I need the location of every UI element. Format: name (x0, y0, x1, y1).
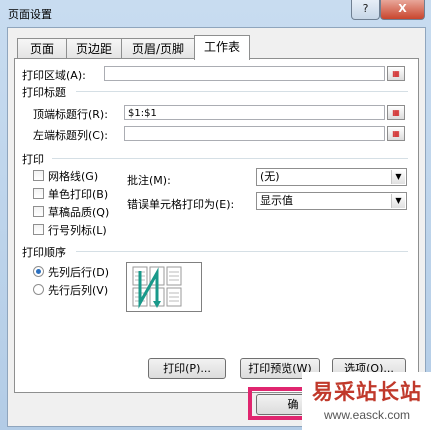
print-area-label: 打印区域(A): (22, 69, 86, 82)
range-select-icon: ▦ (392, 129, 400, 138)
gridlines-checkbox[interactable] (33, 170, 44, 181)
top-rows-label: 顶端标题行(R): (33, 108, 108, 121)
draft-quality-label: 草稿品质(Q) (48, 206, 110, 219)
page-order-diagram-icon (132, 266, 182, 309)
top-rows-collapse-button[interactable]: ▦ (387, 105, 405, 120)
gridlines-label: 网格线(G) (48, 170, 99, 183)
print-area-collapse-button[interactable]: ▦ (387, 66, 405, 81)
row-col-headings-checkbox[interactable] (33, 224, 44, 235)
help-button[interactable]: ? (351, 0, 380, 20)
page-order-divider (76, 251, 408, 252)
tab-margins[interactable]: 页边距 (66, 38, 122, 59)
comments-value: (无) (260, 170, 280, 183)
print-button[interactable]: 打印(P)... (148, 358, 226, 379)
print-titles-heading: 打印标题 (22, 86, 66, 99)
title-bar: 页面设置 ? X (0, 0, 431, 26)
print-heading: 打印 (22, 153, 44, 166)
print-area-input[interactable] (104, 66, 385, 81)
chevron-down-icon: ▼ (391, 170, 405, 184)
errors-label: 错误单元格打印为(E): (127, 198, 235, 211)
down-then-over-radio[interactable] (33, 266, 44, 277)
left-cols-collapse-button[interactable]: ▦ (387, 126, 405, 141)
range-select-icon: ▦ (392, 108, 400, 117)
errors-select[interactable]: 显示值 ▼ (256, 192, 407, 210)
errors-value: 显示值 (260, 194, 293, 207)
black-white-checkbox[interactable] (33, 188, 44, 199)
comments-label: 批注(M): (127, 174, 171, 187)
close-button[interactable]: X (380, 0, 425, 20)
left-cols-label: 左端标题列(C): (33, 129, 108, 142)
left-cols-input[interactable] (124, 126, 385, 141)
page-order-preview (126, 262, 202, 312)
watermark-title: 易采站长站 (312, 379, 422, 404)
over-then-down-radio[interactable] (33, 284, 44, 295)
tab-sheet[interactable]: 工作表 (194, 35, 250, 60)
page-order-heading: 打印顺序 (22, 246, 66, 259)
watermark-url: www.easck.com (324, 408, 411, 422)
over-then-down-label: 先行后列(V) (48, 284, 109, 297)
tab-page[interactable]: 页面 (17, 38, 67, 59)
range-select-icon: ▦ (392, 69, 400, 78)
print-titles-divider (76, 91, 408, 92)
draft-quality-checkbox[interactable] (33, 206, 44, 217)
comments-select[interactable]: (无) ▼ (256, 168, 407, 186)
window-title: 页面设置 (8, 8, 52, 21)
top-rows-input[interactable]: $1:$1 (124, 105, 385, 120)
black-white-label: 单色打印(B) (48, 188, 109, 201)
ok-highlight-box (248, 387, 308, 420)
print-divider (52, 158, 408, 159)
site-watermark: 易采站长站 www.easck.com (302, 372, 431, 430)
tab-header-footer[interactable]: 页眉/页脚 (121, 38, 195, 59)
row-col-headings-label: 行号列标(L) (48, 224, 107, 237)
chevron-down-icon: ▼ (391, 194, 405, 208)
down-then-over-label: 先列后行(D) (48, 266, 110, 279)
